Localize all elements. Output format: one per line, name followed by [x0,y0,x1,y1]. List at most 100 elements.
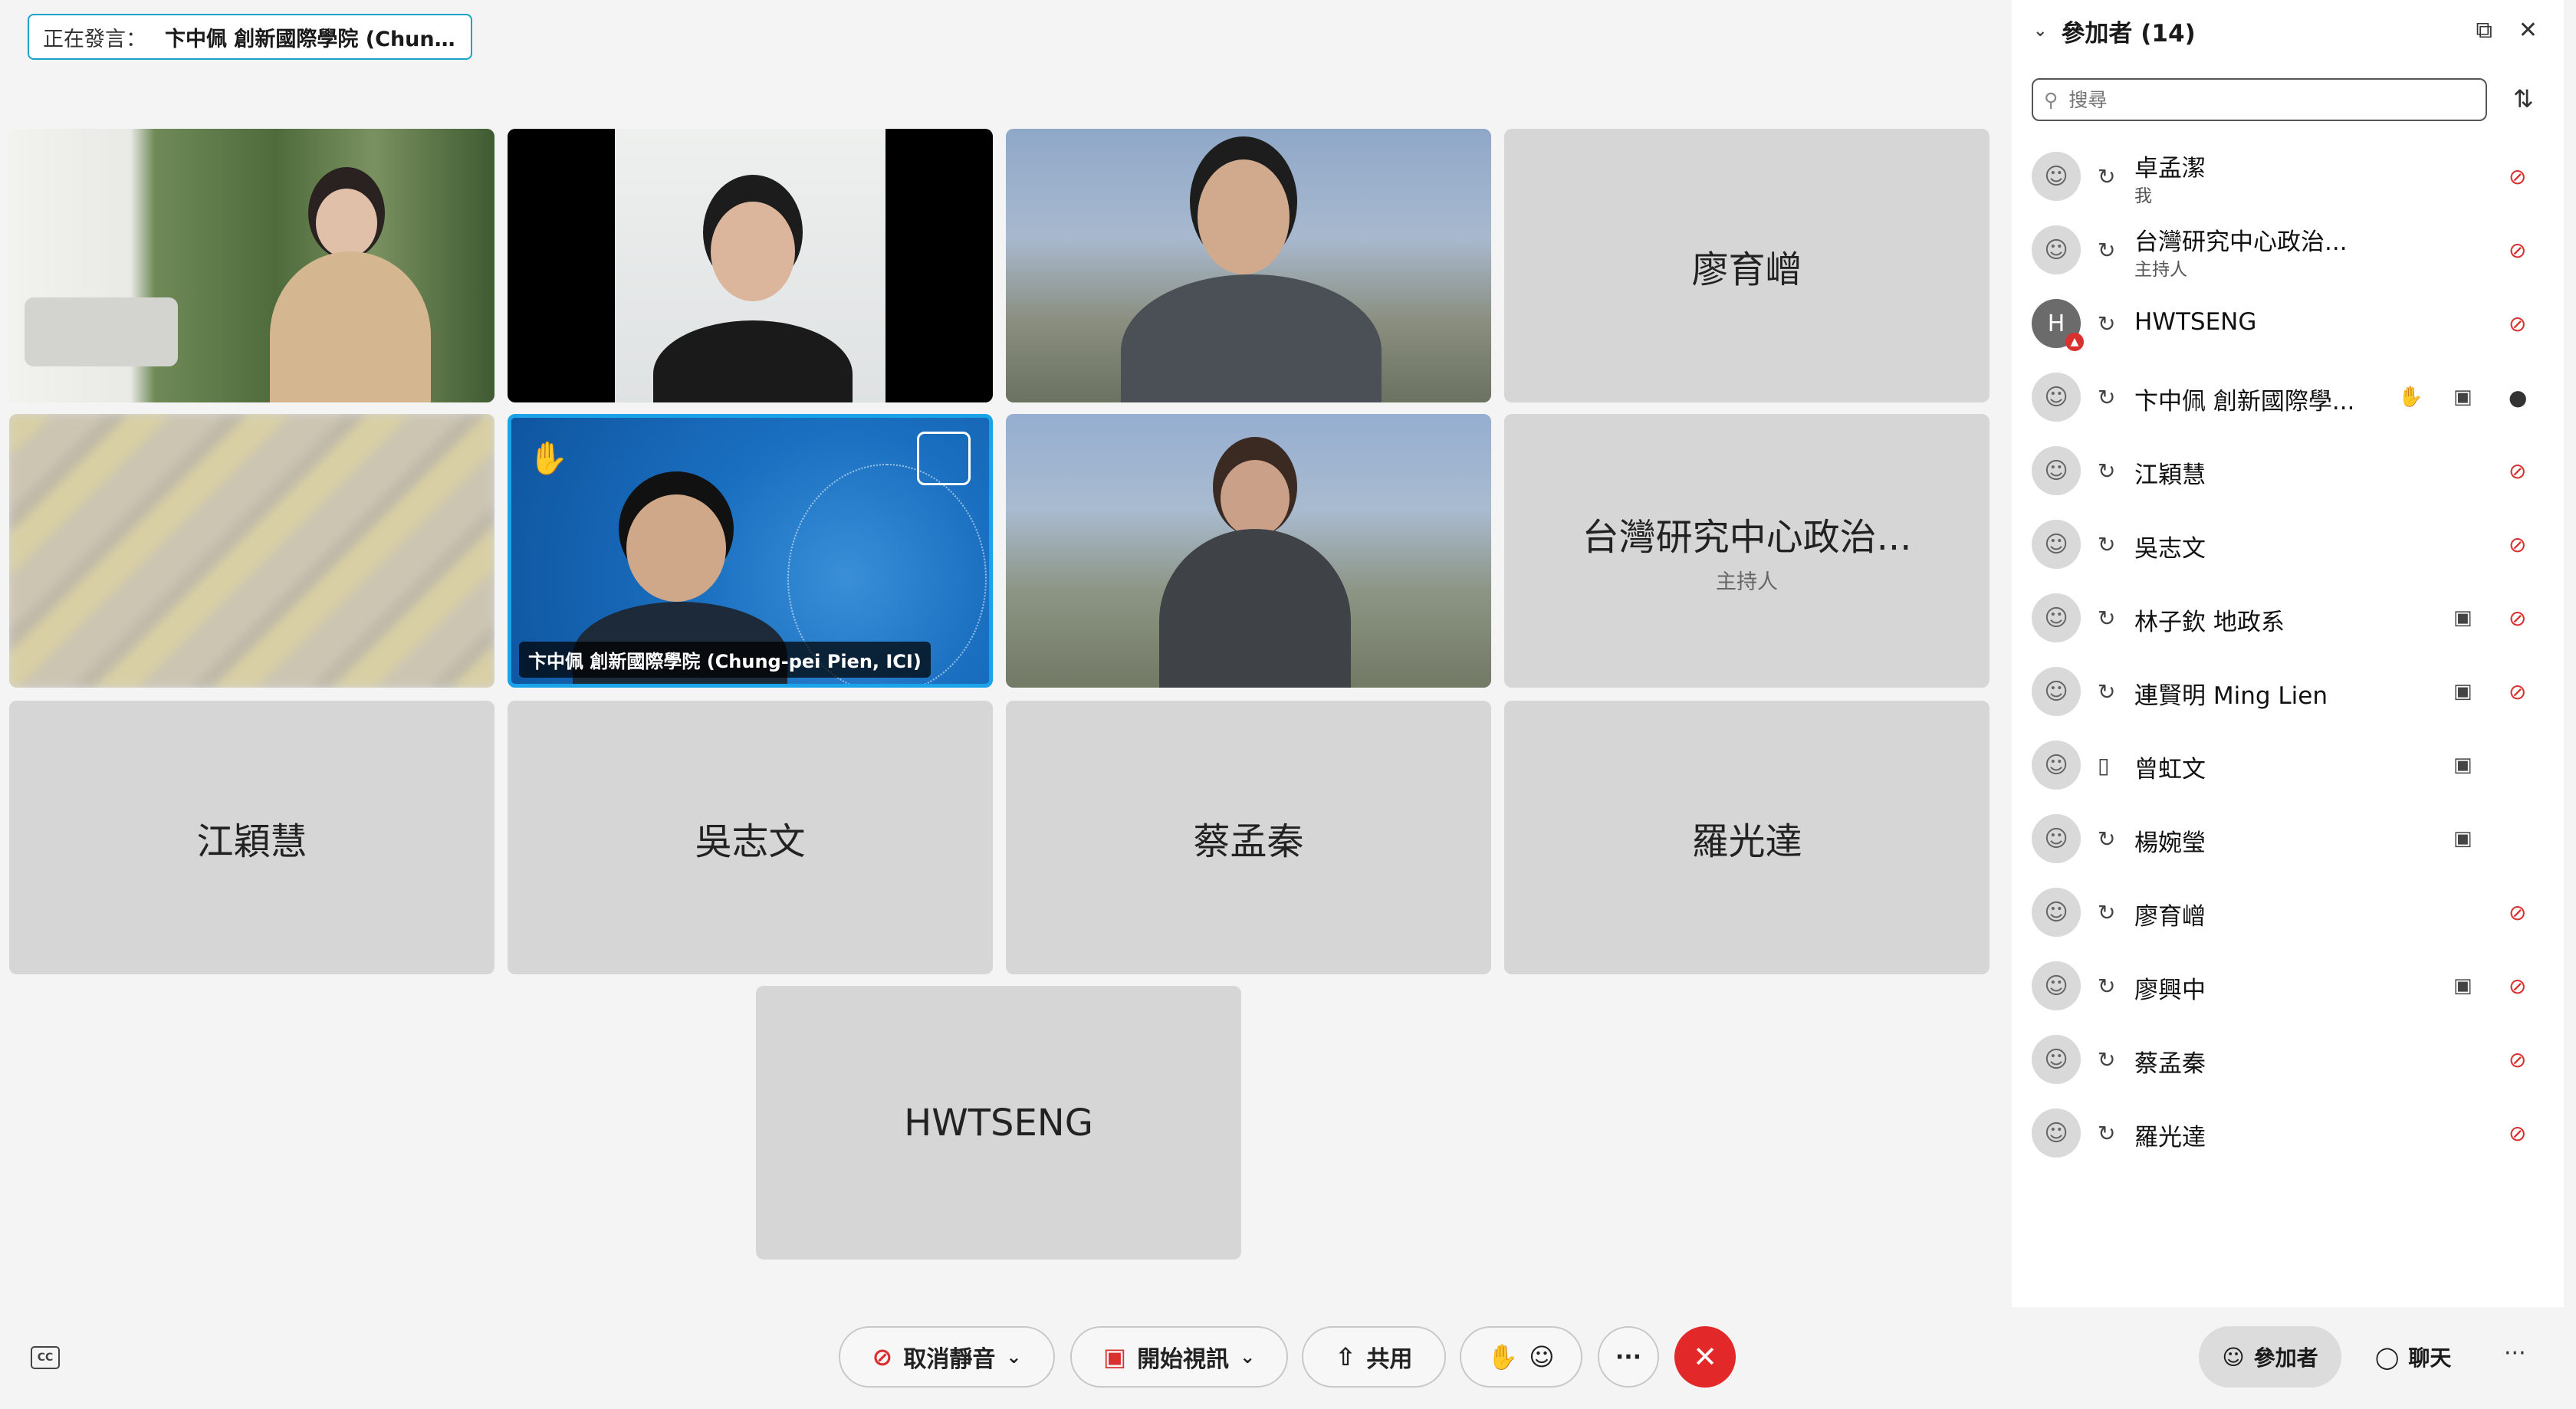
participant-row[interactable]: ☺ ↻ 江穎慧 ⊘ [2012,434,2564,507]
chevron-down-icon[interactable]: ⌄ [2033,21,2047,41]
mic-muted-icon[interactable]: ⊘ [2509,1121,2526,1146]
headset-icon: ↻ [2098,310,2116,337]
participant-row[interactable]: ☺ ↻ 連賢明 Ming Lien ▣ ⊘ [2012,655,2564,728]
reactions-group[interactable]: ✋ ☺ [1460,1326,1582,1388]
headset-icon: ↻ [2098,458,2116,484]
speaking-name: 卞中佩 創新國際學院 (Chun... [165,27,457,51]
participant-tile-no-video[interactable]: 吳志文 [508,701,993,974]
participant-name: 曾虹文 [2134,756,2206,783]
mic-muted-icon[interactable]: ⊘ [2509,606,2526,631]
participant-row[interactable]: ☺ ↻ 卓孟潔 我 ⊘ [2012,140,2564,213]
participant-name: 江穎慧 [2134,461,2206,489]
sort-icon[interactable]: ⇅ [2513,84,2534,113]
avatar: ☺ [2032,814,2081,863]
chevron-down-icon[interactable]: ⌄ [1240,1346,1255,1368]
mic-muted-icon[interactable]: ⊘ [2509,1047,2526,1072]
participants-panel: ⌄ 參加者 (14) ⧉ ✕ ⚲ ⇅ ☺ ↻ 卓孟潔 我 ⊘ ☺ ↻ 台灣研究中… [2012,0,2564,1307]
mic-muted-icon[interactable]: ⊘ [2509,532,2526,557]
mic-on-icon[interactable]: ● [2509,385,2527,410]
panel-header[interactable]: ⌄ 參加者 (14) [2033,15,2196,48]
phone-icon: ▯ [2098,752,2110,778]
person-face [711,202,795,301]
participant-name: 連賢明 Ming Lien [2134,682,2328,710]
popout-icon[interactable]: ⧉ [2476,17,2492,44]
participant-row[interactable]: ☺ ▯ 曾虹文 ▣ [2012,728,2564,802]
close-icon[interactable]: ✕ [2518,17,2538,44]
search-input[interactable] [2068,88,2437,111]
participant-tile-no-video[interactable]: 羅光達 [1504,701,1990,974]
video-off-icon: ▣ [1102,1342,1127,1371]
video-tile[interactable] [508,129,993,402]
headset-icon: ↻ [2098,1046,2116,1072]
participant-row[interactable]: ☺ ↻ 蔡孟秦 ⊘ [2012,1023,2564,1096]
participant-name: 卞中佩 創新國際學... [2134,388,2355,415]
video-tile[interactable] [1006,414,1491,688]
video-tile[interactable] [9,129,495,402]
chat-label: 聊天 [2408,1345,2452,1371]
chat-button[interactable]: ◯ 聊天 [2375,1326,2451,1388]
more-icon: ··· [1615,1343,1642,1371]
participant-row[interactable]: ☺ ↻ 楊婉瑩 ▣ [2012,802,2564,875]
participant-name: 廖育嶒 [2134,903,2206,931]
mic-muted-icon[interactable]: ⊘ [2509,679,2526,704]
closed-captions-button[interactable]: CC [31,1346,60,1369]
camera-icon: ▣ [2453,974,2472,997]
mic-muted-icon[interactable]: ⊘ [2509,458,2526,484]
participant-row[interactable]: ☺ ↻ 林子欽 地政系 ▣ ⊘ [2012,581,2564,655]
emoji-icon[interactable]: ☺ [1529,1342,1554,1371]
mic-muted-icon[interactable]: ⊘ [2509,164,2526,189]
participant-row[interactable]: ☺ ↻ 廖育嶒 ⊘ [2012,875,2564,949]
avatar: ☺ [2032,667,2081,716]
avatar: ☺ [2032,741,2081,790]
participants-toggle-button[interactable]: ☺ 參加者 [2199,1326,2341,1388]
mic-muted-icon[interactable]: ⊘ [2509,238,2526,263]
participant-row[interactable]: H ▲ ↻ HWTSENG ⊘ [2012,287,2564,360]
raised-hand-icon: ✋ [2398,386,2423,409]
avatar: ☺ [2032,373,2081,422]
video-tile[interactable] [1006,129,1491,402]
active-speaker-tile[interactable]: ✋ 卞中佩 創新國際學院 (Chung-pei Pien, ICI) [508,414,993,688]
tile-caption: 卞中佩 創新國際學院 (Chung-pei Pien, ICI) [519,642,931,678]
participant-name: 楊婉瑩 [2134,829,2206,857]
start-video-button[interactable]: ▣ 開始視訊 ⌄ [1070,1326,1288,1388]
panel-title: 參加者 (14) [2061,19,2196,48]
mic-muted-icon[interactable]: ⊘ [2509,900,2526,925]
participant-name: 林子欽 地政系 [2134,609,2285,636]
leave-meeting-button[interactable]: ✕ [1674,1326,1736,1388]
mic-muted-icon[interactable]: ⊘ [2509,974,2526,999]
mic-muted-icon: ⊘ [872,1342,893,1371]
chevron-down-icon[interactable]: ⌄ [1006,1346,1021,1368]
person-face [626,494,726,602]
mic-muted-icon[interactable]: ⊘ [2509,311,2526,337]
participant-row[interactable]: ☺ ↻ 廖興中 ▣ ⊘ [2012,949,2564,1023]
more-icon[interactable]: ··· [2504,1340,2526,1367]
avatar: ☺ [2032,1035,2081,1084]
raise-hand-icon[interactable]: ✋ [1487,1342,1518,1371]
avatar: H ▲ [2032,299,2084,351]
participant-tile-no-video[interactable]: 江穎慧 [9,701,495,974]
unmute-label: 取消靜音 [903,1346,996,1373]
unmute-button[interactable]: ⊘ 取消靜音 ⌄ [839,1326,1055,1388]
video-tile[interactable] [9,414,495,688]
participant-tile-no-video[interactable]: 蔡孟秦 [1006,701,1491,974]
logo-graphic [917,432,971,485]
participant-tile-no-video[interactable]: HWTSENG [756,986,1241,1260]
tile-name: 江穎慧 [196,819,307,863]
participant-tile-no-video[interactable]: 廖育嶒 [1504,129,1990,402]
upload-badge-icon: ▲ [2065,333,2084,351]
avatar: ☺ [2032,446,2081,495]
more-options-button[interactable]: ··· [1598,1326,1659,1388]
headset-icon: ↻ [2098,531,2116,557]
participant-name: 蔡孟秦 [2134,1050,2206,1078]
participant-row[interactable]: ☺ ↻ 台灣研究中心政治... 主持人 ⊘ [2012,213,2564,287]
camera-icon: ▣ [2453,680,2472,703]
participant-row[interactable]: ☺ ↻ 羅光達 ⊘ [2012,1096,2564,1170]
search-box[interactable]: ⚲ [2032,78,2487,121]
camera-icon: ▣ [2453,606,2472,629]
participant-row[interactable]: ☺ ↻ 卞中佩 創新國際學... ✋ ▣ ● [2012,360,2564,434]
participant-row[interactable]: ☺ ↻ 吳志文 ⊘ [2012,507,2564,581]
share-button[interactable]: ⇧ 共用 [1302,1326,1446,1388]
participant-tile-no-video[interactable]: 台灣研究中心政治... 主持人 [1504,414,1990,688]
panel-header-actions: ⧉ ✕ [2476,17,2538,44]
person-face [1221,460,1290,537]
